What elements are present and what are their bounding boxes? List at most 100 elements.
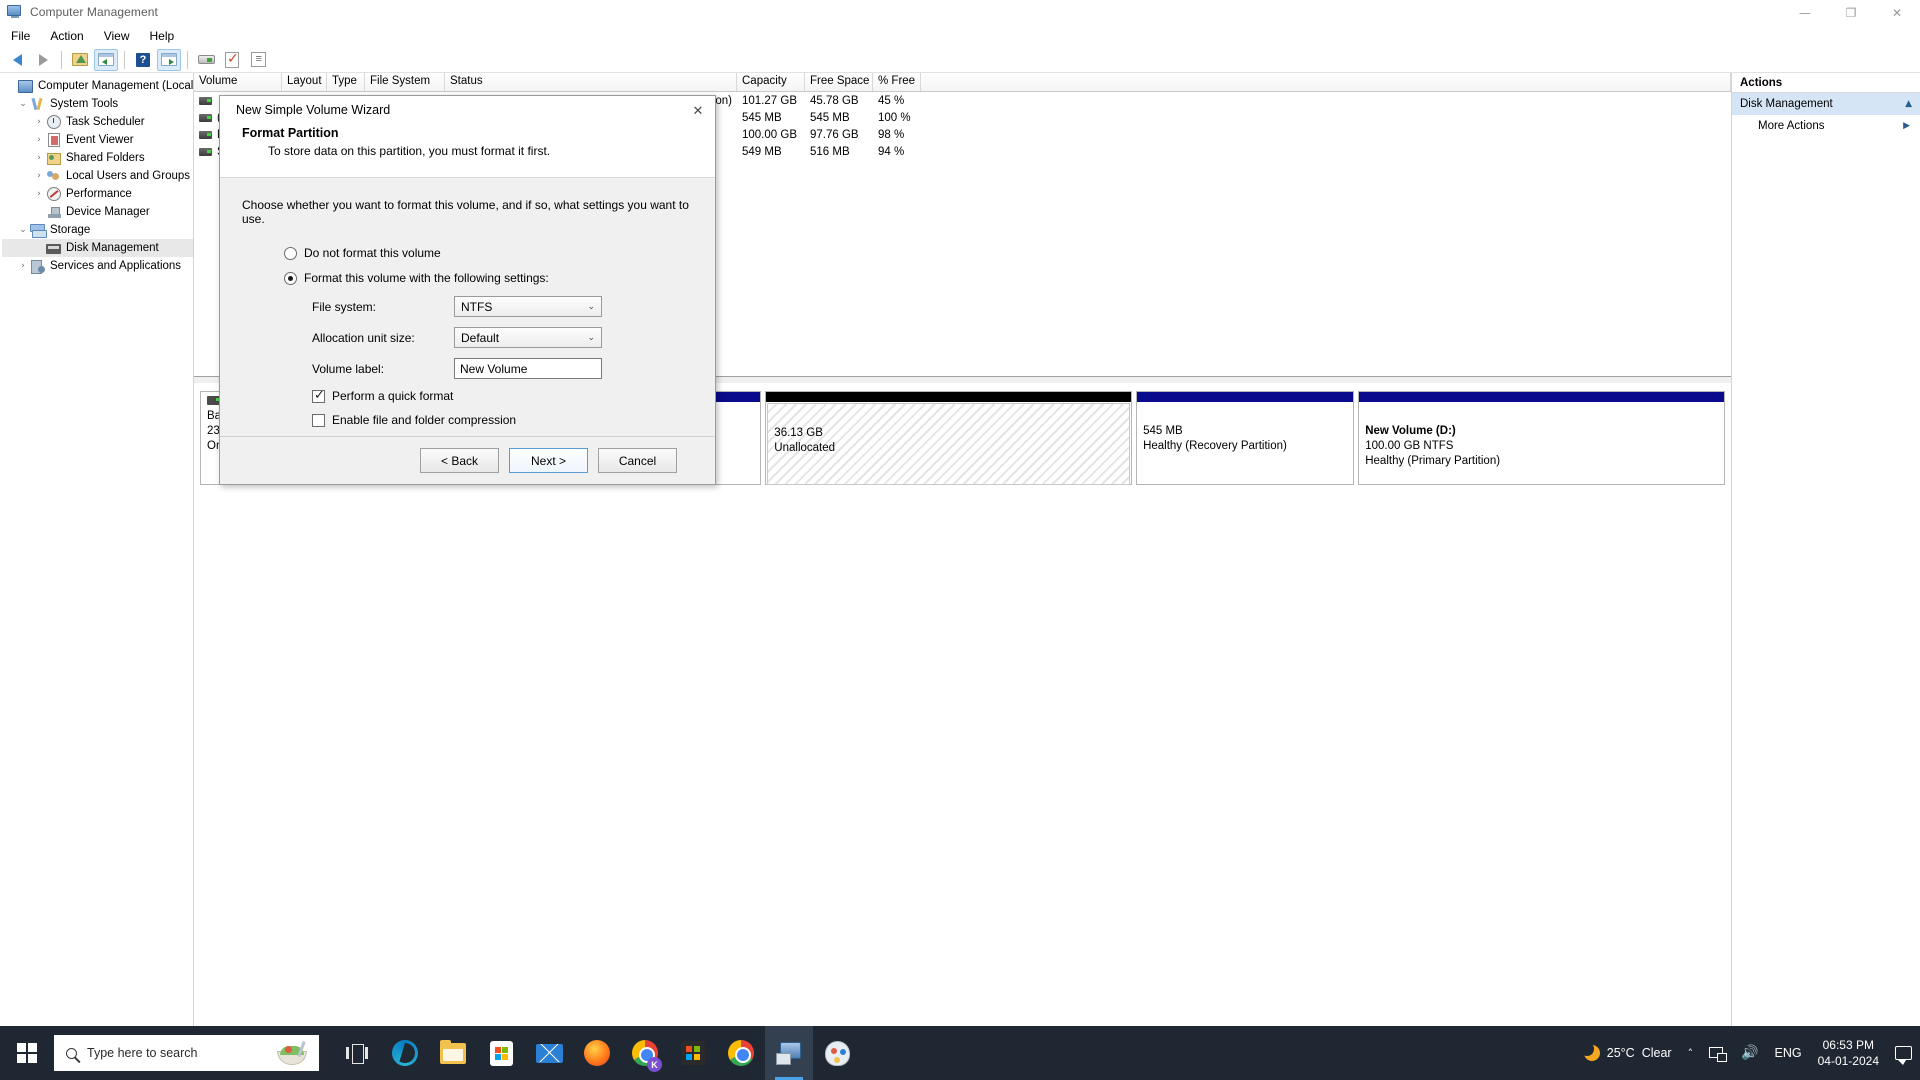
chevron-right-icon[interactable]: › [32,189,46,199]
caret-right-icon[interactable]: ▶ [1903,121,1910,131]
help-icon[interactable]: ? [131,49,155,71]
show-hide-action-pane-icon[interactable] [157,49,181,71]
chevron-right-icon[interactable]: › [32,135,46,145]
properties-icon[interactable] [220,49,244,71]
chevron-right-icon[interactable]: › [32,117,46,127]
sidebar-item-storage[interactable]: ⌄ Storage [2,221,193,239]
sidebar-item-event-viewer[interactable]: › Event Viewer [2,131,193,149]
radio-label-format-with-settings: Format this volume with the following se… [304,271,549,285]
chevron-right-icon[interactable]: › [16,261,30,271]
chevron-right-icon[interactable]: › [32,153,46,163]
device-manager-icon [46,205,62,220]
radio-do-not-format[interactable]: Do not format this volume [242,246,693,260]
sidebar-item-system-tools[interactable]: ⌄ System Tools [2,95,193,113]
chevron-down-icon[interactable]: ⌄ [587,333,599,343]
actions-item-more-actions[interactable]: More Actions ▶ [1732,115,1920,137]
sidebar-item-disk-management[interactable]: Disk Management [2,239,193,257]
notification-center-icon[interactable] [1887,1026,1920,1080]
start-button[interactable] [0,1026,54,1080]
actions-pane-title: Actions [1732,73,1920,93]
sidebar-item-local-users-and-groups[interactable]: › Local Users and Groups [2,167,193,185]
partition-size: 545 MB [1143,424,1347,439]
back-arrow-icon[interactable] [5,49,29,71]
chevron-right-icon[interactable]: › [32,171,46,181]
menu-action[interactable]: Action [41,27,92,45]
volume-icon[interactable]: 🔊 [1733,1026,1766,1080]
dialog-body: Choose whether you want to format this v… [220,178,715,428]
actions-pane: Actions Disk Management ▲ More Actions ▶ [1732,73,1920,1054]
close-icon[interactable]: ✕ [687,101,709,121]
microsoft-store-icon[interactable] [477,1026,525,1080]
next-button[interactable]: Next > [509,448,588,473]
forward-arrow-icon[interactable] [31,49,55,71]
back-button[interactable]: < Back [420,448,499,473]
sidebar-label-task-scheduler: Task Scheduler [66,116,145,128]
chevron-down-icon[interactable]: ⌄ [587,302,599,312]
sidebar-item-services-and-applications[interactable]: › Services and Applications [2,257,193,275]
task-view-icon[interactable] [333,1026,381,1080]
menu-file[interactable]: File [2,27,39,45]
show-hide-console-tree-icon[interactable] [94,49,118,71]
minimize-button[interactable]: — [1782,0,1828,25]
paint-icon[interactable] [813,1026,861,1080]
checkbox-enable-compression[interactable]: Enable file and folder compression [242,413,693,427]
rescan-disks-icon[interactable] [194,49,218,71]
file-system-value: NTFS [461,300,492,314]
file-system-dropdown[interactable]: NTFS ⌄ [454,296,602,317]
maximize-button[interactable]: ❐ [1828,0,1874,25]
toolbar-separator-1 [61,51,62,69]
checkbox-checked[interactable] [312,390,325,403]
sidebar-label-services-and-applications: Services and Applications [50,260,181,272]
sidebar-item-device-manager[interactable]: Device Manager [2,203,193,221]
sidebar-item-performance[interactable]: › Performance [2,185,193,203]
firefox-icon[interactable] [573,1026,621,1080]
radio-button-unchecked[interactable] [284,247,297,260]
partition-block-new-volume[interactable]: New Volume (D:) 100.00 GB NTFS Healthy (… [1358,391,1725,485]
partition-block-recovery[interactable]: 545 MB Healthy (Recovery Partition) [1136,391,1354,485]
label-volume-label: Volume label: [312,362,454,376]
sidebar-item-shared-folders[interactable]: › Shared Folders [2,149,193,167]
cancel-button[interactable]: Cancel [598,448,677,473]
moon-icon [1584,1045,1600,1061]
sidebar-item-task-scheduler[interactable]: › Task Scheduler [2,113,193,131]
actions-more-label: More Actions [1758,120,1824,132]
sidebar-label-event-viewer: Event Viewer [66,134,134,146]
radio-button-checked[interactable] [284,272,297,285]
close-button[interactable]: ✕ [1874,0,1920,25]
list-view-icon[interactable] [246,49,270,71]
microsoft-store-dark-icon[interactable] [669,1026,717,1080]
menu-help[interactable]: Help [141,27,184,45]
chrome-icon[interactable] [717,1026,765,1080]
label-file-system: File system: [312,300,454,314]
mail-icon[interactable] [525,1026,573,1080]
actions-group-disk-management[interactable]: Disk Management ▲ [1732,93,1920,115]
partition-block-unallocated[interactable]: 36.13 GB Unallocated [765,391,1132,485]
volume-label-input[interactable]: New Volume [454,358,602,379]
partition-capacity-bar [1359,392,1724,402]
clock[interactable]: 06:53 PM 04-01-2024 [1810,1026,1887,1080]
up-folder-icon[interactable] [68,49,92,71]
sidebar-label-device-manager: Device Manager [66,206,150,218]
language-indicator[interactable]: ENG [1767,1026,1810,1080]
edge-icon[interactable] [381,1026,429,1080]
file-explorer-icon[interactable] [429,1026,477,1080]
dialog-footer: < Back Next > Cancel [220,436,715,484]
allocation-unit-size-dropdown[interactable]: Default ⌄ [454,327,602,348]
show-hidden-icons-button[interactable]: ˄ [1680,1026,1702,1080]
caret-up-icon[interactable]: ▲ [1905,99,1912,109]
chevron-down-icon[interactable]: ⌄ [16,99,30,109]
partition-status: Healthy (Recovery Partition) [1143,439,1347,454]
checkbox-perform-quick-format[interactable]: Perform a quick format [242,389,693,403]
weather-widget[interactable]: 25°C Clear [1576,1026,1680,1080]
search-input[interactable]: Type here to search [54,1035,319,1071]
chrome-kite-icon[interactable]: K [621,1026,669,1080]
network-icon[interactable] [1701,1026,1733,1080]
field-allocation-unit-size: Allocation unit size: Default ⌄ [242,327,693,348]
chevron-down-icon[interactable]: ⌄ [16,225,30,235]
checkbox-unchecked[interactable] [312,414,325,427]
partition-size: 100.00 GB NTFS [1365,439,1718,454]
tree-root-computer-management[interactable]: Computer Management (Local [2,77,193,95]
menu-view[interactable]: View [95,27,139,45]
radio-format-with-settings[interactable]: Format this volume with the following se… [242,271,693,285]
computer-management-taskbar-icon[interactable] [765,1026,813,1080]
